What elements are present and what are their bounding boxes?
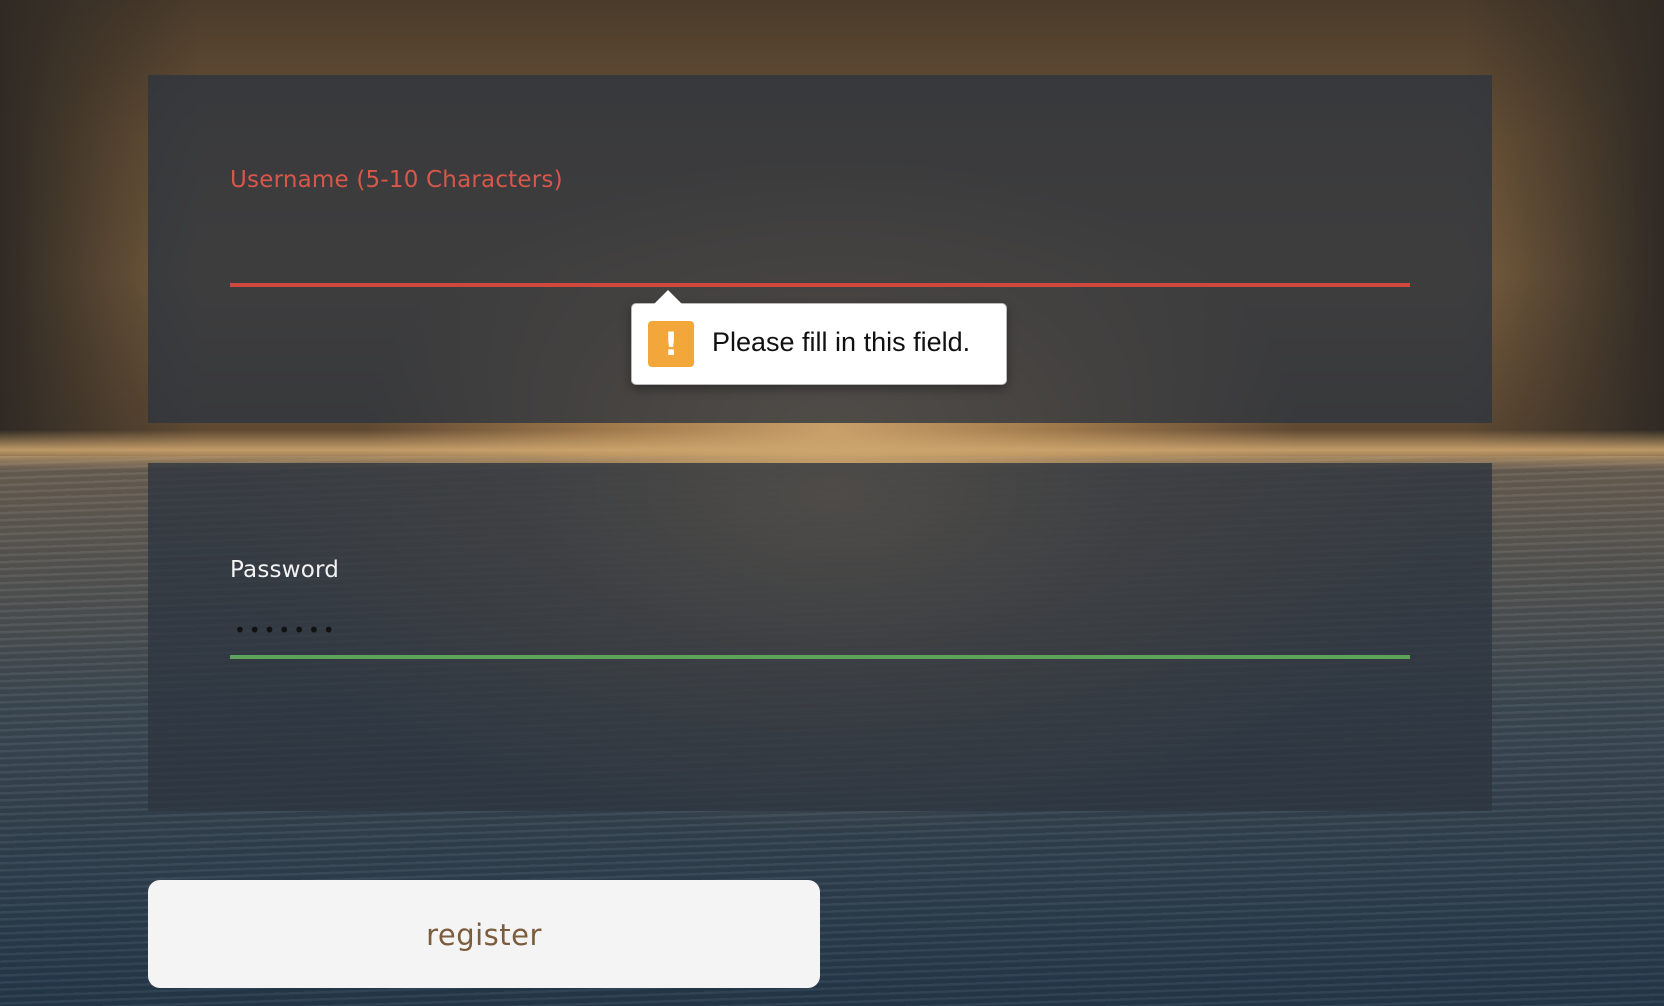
password-value: •••••••: [234, 618, 338, 642]
register-button[interactable]: register: [148, 880, 820, 988]
password-input[interactable]: •••••••: [230, 604, 1410, 659]
password-label: Password: [230, 557, 340, 583]
password-panel: Password •••••••: [148, 463, 1492, 811]
username-label: Username (5-10 Characters): [230, 167, 563, 193]
warning-icon: !: [648, 321, 694, 367]
validation-tooltip: ! Please fill in this field.: [631, 290, 1007, 385]
validation-message: Please fill in this field.: [712, 327, 971, 357]
username-input[interactable]: [230, 241, 1410, 287]
tooltip-arrow: [654, 290, 682, 304]
